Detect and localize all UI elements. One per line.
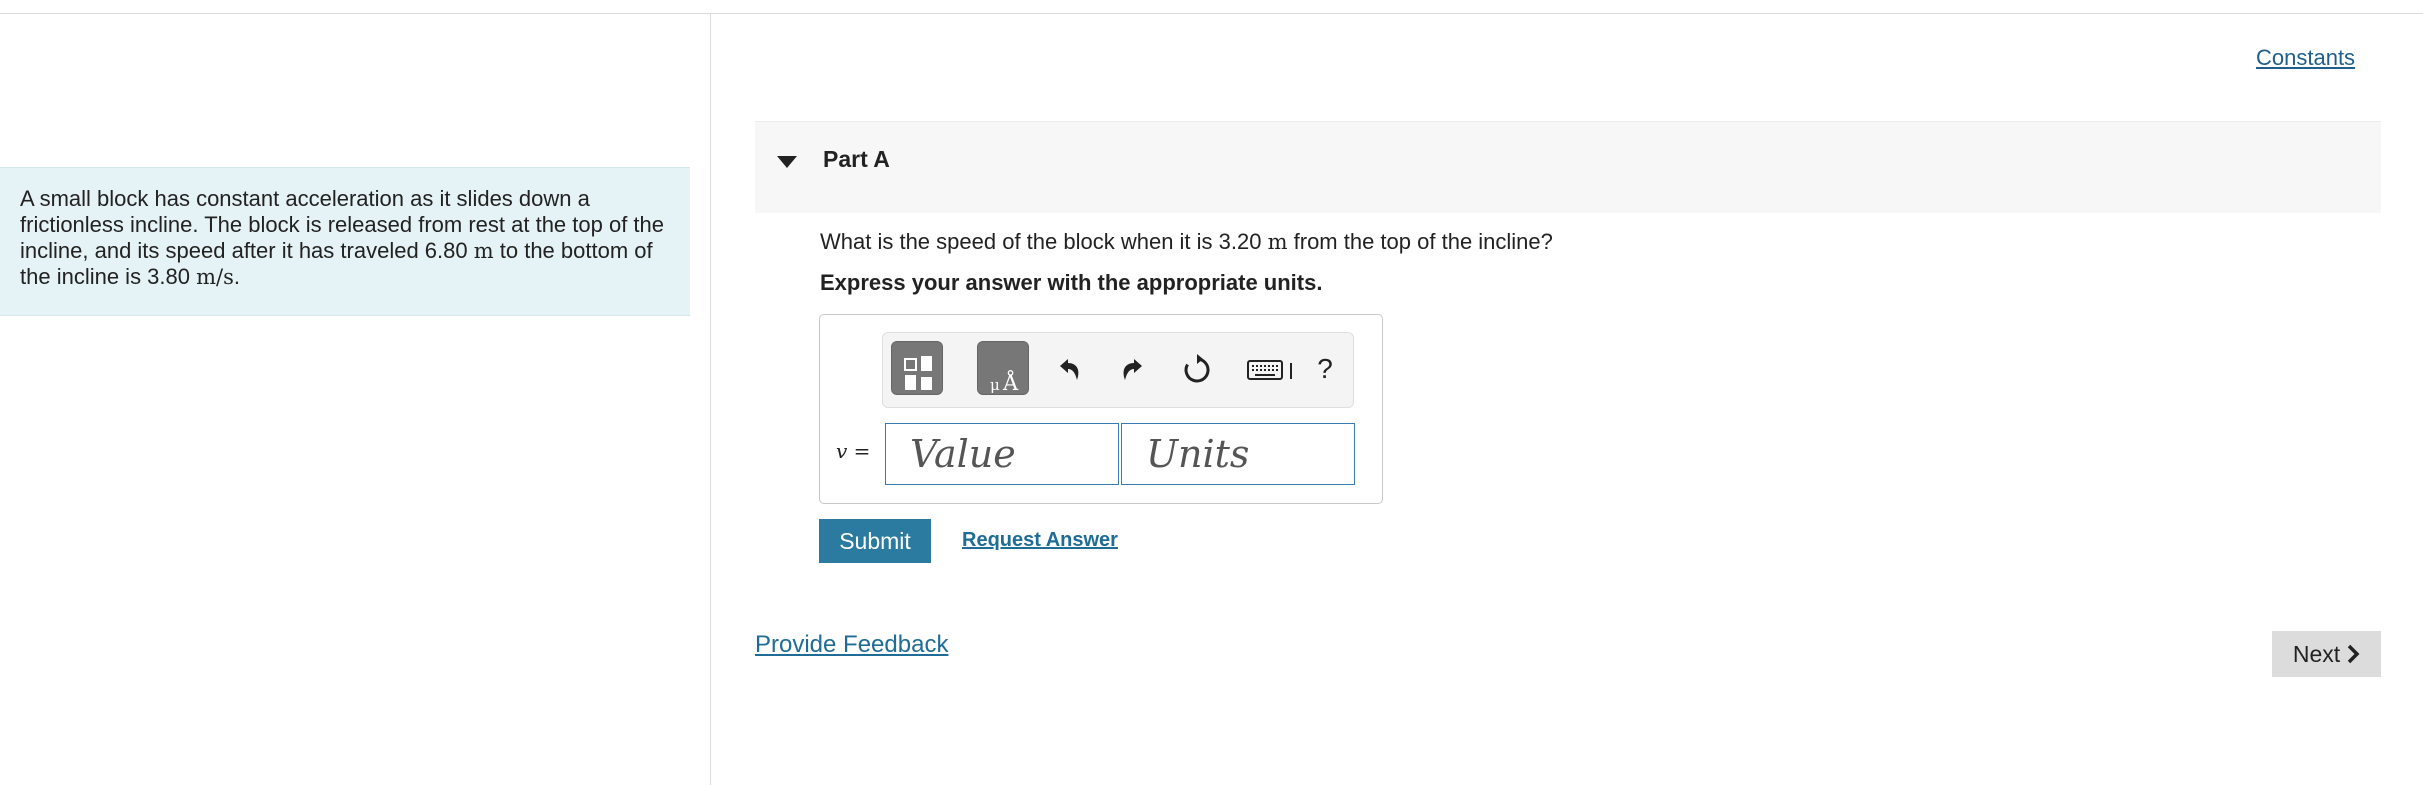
column-divider <box>710 14 711 785</box>
problem-statement: A small block has constant acceleration … <box>0 167 690 316</box>
redo-icon <box>1123 359 1142 380</box>
part-title: Part A <box>823 146 890 172</box>
reset-button[interactable] <box>1177 347 1217 391</box>
templates-icon <box>904 356 932 390</box>
keyboard-icon <box>1247 360 1292 380</box>
question-text-start: What is the speed of the block when it i… <box>820 229 1268 254</box>
top-rule <box>0 0 2423 14</box>
caret-down-icon[interactable] <box>777 156 797 168</box>
reset-icon <box>1184 354 1210 383</box>
equals-sign: = <box>847 439 871 463</box>
units-input[interactable] <box>1121 423 1355 485</box>
speed-unit: m/s <box>196 265 234 289</box>
distance-unit: m <box>473 239 494 263</box>
units-symbols-button[interactable]: μ Å <box>977 341 1029 395</box>
part-a-header[interactable]: Part A <box>755 121 2381 213</box>
redo-button[interactable] <box>1113 347 1153 391</box>
templates-button[interactable] <box>891 341 943 395</box>
instruction-text: Express your answer with the appropriate… <box>820 270 1323 295</box>
next-button[interactable]: Next <box>2272 631 2381 677</box>
constants-link[interactable]: Constants <box>2256 45 2355 71</box>
variable-label: v = <box>836 439 870 463</box>
help-button[interactable]: ? <box>1305 347 1345 391</box>
request-answer-link[interactable]: Request Answer <box>962 529 1118 552</box>
keyboard-button[interactable] <box>1243 347 1303 391</box>
chevron-right-icon <box>2347 644 2360 664</box>
question-text-end: from the top of the incline? <box>1287 229 1553 254</box>
problem-text-end: . <box>233 264 240 289</box>
svg-text:Å: Å <box>1002 370 1019 395</box>
question-text: What is the speed of the block when it i… <box>820 229 1553 255</box>
value-input[interactable] <box>885 423 1119 485</box>
answer-box: μ Å ? v = Value Units <box>819 314 1383 504</box>
math-toolbar: μ Å ? <box>882 332 1354 408</box>
submit-button[interactable]: Submit <box>819 519 931 563</box>
variable-symbol: v <box>836 439 848 463</box>
question-unit: m <box>1267 230 1288 254</box>
provide-feedback-link[interactable]: Provide Feedback <box>755 631 948 659</box>
next-label: Next <box>2292 640 2341 667</box>
units-symbols-icon: μ Å <box>990 370 1019 395</box>
undo-icon <box>1060 359 1079 380</box>
undo-button[interactable] <box>1049 347 1089 391</box>
svg-text:μ: μ <box>990 376 1000 394</box>
